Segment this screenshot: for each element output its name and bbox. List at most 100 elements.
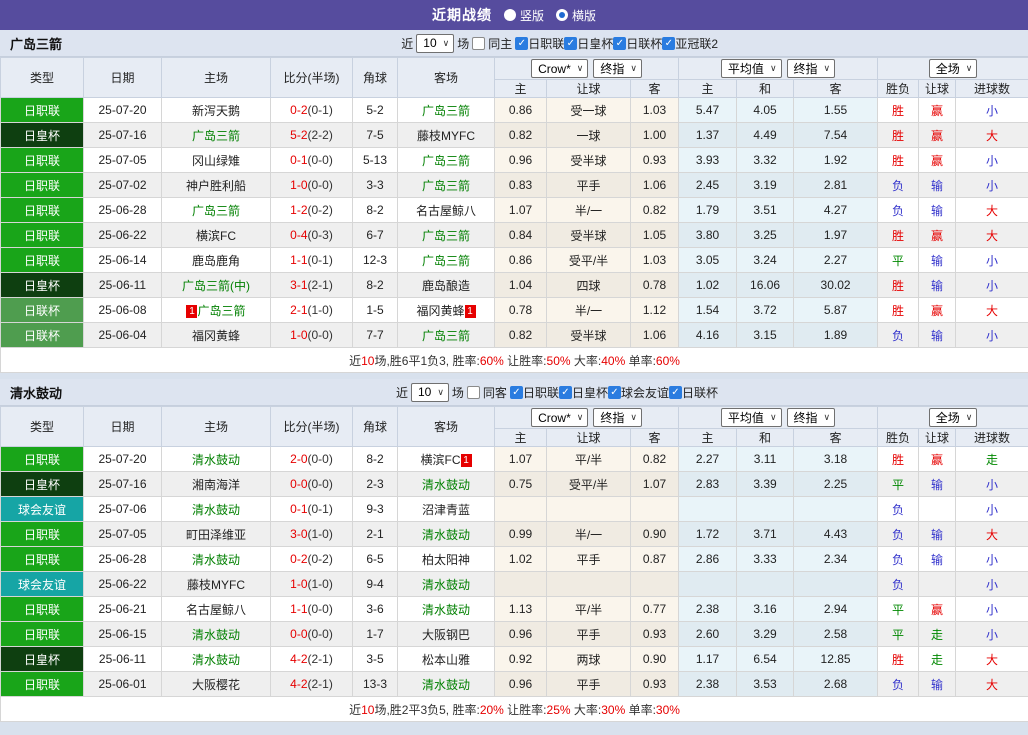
avg-away-odds: 30.02 [793, 272, 879, 298]
average-select[interactable]: 平均值 ∨ [720, 59, 782, 78]
date-cell: 25-06-01 [83, 671, 162, 697]
avg-draw-odds: 3.25 [736, 222, 795, 248]
scope-select[interactable]: 全场 ∨ [928, 59, 978, 78]
result-goals: 大 [955, 197, 1028, 223]
avg-away-odds: 1.97 [793, 222, 879, 248]
result-wdl: 平 [877, 471, 920, 497]
league-checkbox[interactable]: ✓ [613, 36, 627, 50]
same-venue-checkbox[interactable] [466, 385, 480, 399]
halftime-score: (2-1) [307, 677, 333, 691]
league-checkbox[interactable]: ✓ [607, 385, 621, 399]
handicap-away-odds: 0.82 [629, 446, 680, 472]
result-handicap: 输 [918, 521, 957, 547]
horizontal-mode-radio[interactable]: 横版 [556, 7, 596, 24]
fulltime-score: 1-0 [290, 178, 308, 192]
handicap-away-odds: 0.78 [629, 272, 680, 298]
avg-type-select[interactable]: 终指 ∨ [786, 408, 836, 427]
league-label: 日皇杯 [577, 36, 614, 51]
team-cell: 广岛三箭 [397, 97, 495, 123]
match-row: 日职联 25-06-28 清水鼓动 0-2(0-2) 6-5 柏太阳神 1.02 平手 0.87… [0, 546, 1028, 572]
vertical-mode-radio[interactable]: 竖版 [503, 7, 544, 24]
score-cell: 3-1(2-1) [270, 272, 353, 298]
fulltime-score: 3-1 [290, 278, 308, 292]
fulltime-score: 0-1 [290, 502, 308, 516]
handicap-home-odds: 0.96 [494, 147, 547, 173]
chevron-down-icon: ∨ [823, 63, 831, 73]
team-cell: 清水鼓动 [161, 646, 271, 672]
match-row: 球会友谊 25-07-06 清水鼓动 0-1(0-1) 9-3 沼津青蓝负小 [0, 496, 1028, 522]
handicap-home-odds: 0.96 [494, 621, 547, 647]
avg-draw-odds: 3.33 [736, 546, 795, 572]
avg-away-odds: 12.85 [793, 646, 879, 672]
team-name-text: 藤枝MYFC [417, 128, 475, 143]
scope-select[interactable]: 全场 ∨ [928, 408, 978, 427]
sub-column-header: 主 [494, 428, 547, 447]
column-header: 角球 [352, 57, 398, 98]
bookmaker-select[interactable]: Crow* ∨ [531, 59, 589, 78]
league-checkbox[interactable]: ✓ [558, 385, 572, 399]
near-label: 近 [401, 36, 414, 51]
league-checkbox[interactable]: ✓ [662, 36, 676, 50]
recent-count-select[interactable]: 10 ∨ [416, 33, 455, 53]
league-checkbox[interactable]: ✓ [668, 385, 682, 399]
games-label: 场 [451, 385, 464, 400]
team-cell: 清水鼓动 [397, 471, 495, 497]
team-cell: 广岛三箭 [161, 122, 271, 148]
halftime-score: (1-0) [307, 527, 333, 541]
handicap-line: 平/半 [546, 446, 631, 472]
average-select[interactable]: 平均值 ∨ [720, 408, 782, 427]
league-type-badge: 球会友谊 [0, 496, 84, 522]
halftime-score: (0-1) [307, 502, 333, 516]
team-cell: 清水鼓动 [161, 621, 271, 647]
avg-type-select[interactable]: 终指 ∨ [786, 59, 836, 78]
handicap-line: 一球 [546, 122, 631, 148]
result-handicap: 赢 [918, 297, 957, 323]
league-type-badge: 日职联 [0, 596, 84, 622]
games-label: 场 [457, 36, 470, 51]
halftime-score: (0-0) [307, 477, 333, 491]
avg-away-odds: 2.94 [793, 596, 879, 622]
fulltime-score: 1-0 [290, 328, 308, 342]
team-cell: 名古屋鲸八 [161, 596, 271, 622]
near-label: 近 [395, 385, 408, 400]
halftime-score: (0-3) [307, 228, 333, 242]
fulltime-score: 3-0 [290, 527, 308, 541]
date-cell: 25-06-11 [83, 646, 162, 672]
score-cell: 0-2(0-2) [270, 546, 353, 572]
bookmaker-select[interactable]: Crow* ∨ [531, 408, 589, 427]
sub-column-header: 进球数 [955, 79, 1028, 98]
fulltime-score: 4-2 [290, 652, 308, 666]
avg-home-odds: 1.54 [678, 297, 738, 323]
corner-cell: 1-5 [352, 297, 398, 323]
avg-draw-odds: 3.15 [736, 322, 795, 348]
avg-home-odds: 3.93 [678, 147, 738, 173]
team-name-text: 清水鼓动 [191, 502, 240, 517]
result-goals: 小 [955, 621, 1028, 647]
result-wdl: 胜 [877, 446, 920, 472]
league-label: 日职联 [522, 385, 559, 400]
column-header: 类型 [0, 57, 84, 98]
halftime-score: (0-0) [307, 627, 333, 641]
halftime-score: (0-0) [307, 328, 333, 342]
sub-column-header: 和 [736, 428, 795, 447]
sub-column-header: 客 [629, 428, 680, 447]
column-header: 日期 [83, 406, 162, 447]
sub-column-header: 让球 [546, 428, 631, 447]
summary-segment: 单率: [625, 353, 656, 368]
league-label: 亚冠联2 [675, 36, 718, 51]
handicap-home-odds: 0.92 [494, 646, 547, 672]
summary-segment: 30% [601, 702, 626, 717]
odds-type-select[interactable]: 终指 ∨ [593, 408, 642, 427]
result-goals: 小 [955, 172, 1028, 198]
recent-count-select[interactable]: 10 ∨ [410, 382, 449, 402]
avg-home-odds: 1.72 [678, 521, 738, 547]
league-checkbox[interactable]: ✓ [509, 385, 523, 399]
same-venue-checkbox[interactable] [472, 36, 486, 50]
odds-type-select[interactable]: 终指 ∨ [593, 59, 642, 78]
sub-column-header: 让球 [918, 428, 957, 447]
league-checkbox[interactable]: ✓ [515, 36, 529, 50]
avg-away-odds [793, 496, 879, 522]
result-wdl: 负 [877, 322, 920, 348]
league-checkbox[interactable]: ✓ [564, 36, 578, 50]
summary-segment: 20% [479, 702, 504, 717]
